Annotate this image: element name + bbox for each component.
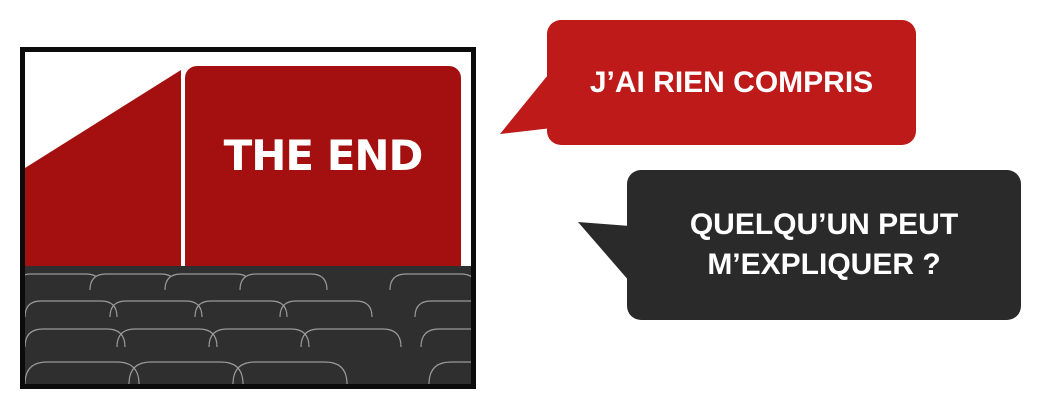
- speech-bubble-second-line1: QUELQU’UN PEUT: [689, 207, 959, 241]
- speech-bubble-second: QUELQU’UN PEUT M’EXPLIQUER ?: [627, 170, 1021, 320]
- side-wall-panel: [25, 70, 181, 277]
- cinema-illustration: THE END: [20, 47, 476, 389]
- screen-title: THE END: [223, 131, 424, 180]
- speech-bubble-second-line2: M’EXPLIQUER ?: [707, 248, 941, 281]
- speech-bubble-first-text: J’AI RIEN COMPRIS: [589, 65, 874, 99]
- speech-bubble-first: J’AI RIEN COMPRIS: [547, 20, 916, 145]
- cinema-screen-icon: [25, 66, 471, 384]
- cinema-seats-icon: [25, 266, 471, 384]
